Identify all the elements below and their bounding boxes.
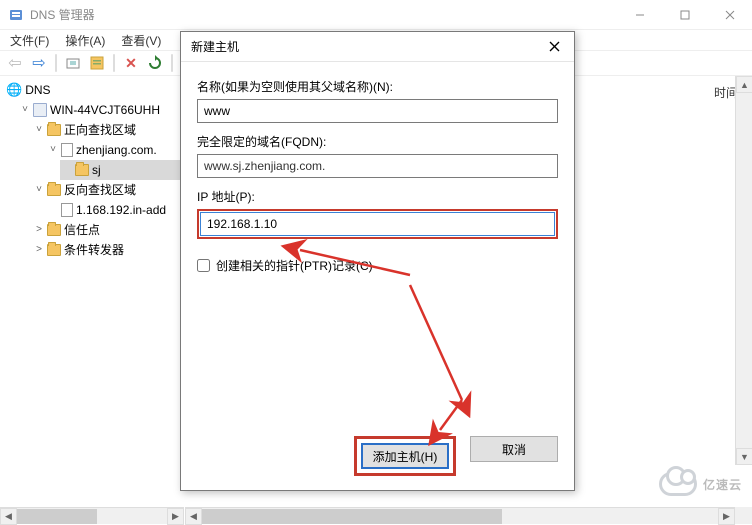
cloud-icon <box>659 472 697 496</box>
folder-icon <box>47 224 61 236</box>
tree-trust-points[interactable]: ˃信任点 <box>32 220 183 240</box>
maximize-button[interactable] <box>662 0 707 30</box>
tree-zone-sj[interactable]: sj <box>60 160 183 180</box>
tree-zone-zhenjiang[interactable]: ˅zhenjiang.com. <box>46 140 183 160</box>
collapse-icon[interactable]: ˅ <box>20 101 30 119</box>
collapse-icon[interactable]: ˅ <box>48 141 58 159</box>
fqdn-label: 完全限定的域名(FQDN): <box>197 133 558 150</box>
expand-icon[interactable]: ˃ <box>34 221 44 239</box>
name-label: 名称(如果为空则使用其父域名称)(N): <box>197 78 558 95</box>
cancel-button[interactable]: 取消 <box>470 436 558 462</box>
scroll-left-button[interactable]: ◀ <box>185 508 202 525</box>
dialog-title: 新建主机 <box>191 38 534 55</box>
tree-pane: 🌐DNS ˅WIN-44VCJT66UHH ˅正向查找区域 ˅zhenjiang… <box>0 76 184 482</box>
forward-button[interactable]: ⇨ <box>28 52 50 74</box>
ip-label: IP 地址(P): <box>197 188 558 205</box>
add-host-button[interactable]: 添加主机(H) <box>361 443 449 469</box>
ip-input[interactable] <box>200 212 555 236</box>
toolbar-separator <box>55 54 57 72</box>
add-host-highlight-frame: 添加主机(H) <box>354 436 456 476</box>
collapse-icon[interactable]: ˅ <box>34 121 44 139</box>
menu-file[interactable]: 文件(F) <box>4 30 55 51</box>
new-host-dialog: 新建主机 名称(如果为空则使用其父域名称)(N): 完全限定的域名(FQDN):… <box>180 31 575 491</box>
scroll-right-button[interactable]: ▶ <box>167 508 184 525</box>
tree-conditional-forwarders[interactable]: ˃条件转发器 <box>32 240 183 260</box>
folder-icon <box>47 244 61 256</box>
vertical-scrollbar[interactable]: ▲ ▼ <box>735 76 752 465</box>
new-container-button[interactable] <box>62 52 84 74</box>
ptr-checkbox[interactable] <box>197 259 210 272</box>
properties-button[interactable] <box>86 52 108 74</box>
back-button[interactable]: ⇦ <box>4 52 26 74</box>
tree-root-dns[interactable]: 🌐DNS <box>4 80 183 100</box>
toolbar-separator <box>113 54 115 72</box>
folder-icon <box>75 164 89 176</box>
watermark-text: 亿速云 <box>703 476 742 493</box>
scroll-corner <box>735 507 752 524</box>
zone-icon <box>61 203 73 217</box>
expand-icon[interactable]: ˃ <box>34 241 44 259</box>
window-title: DNS 管理器 <box>30 6 617 23</box>
ptr-label: 创建相关的指针(PTR)记录(C) <box>216 257 373 274</box>
ip-highlight-frame <box>197 209 558 239</box>
scroll-right-button[interactable]: ▶ <box>718 508 735 525</box>
refresh-button[interactable] <box>144 52 166 74</box>
tree-reverse-zone-item[interactable]: 1.168.192.in-add <box>46 200 183 220</box>
tree-reverse-zones[interactable]: ˅反向查找区域 <box>32 180 183 200</box>
minimize-button[interactable] <box>617 0 662 30</box>
dns-icon: 🌐 <box>6 81 22 99</box>
scroll-up-button[interactable]: ▲ <box>736 76 752 93</box>
dialog-close-button[interactable] <box>534 32 574 62</box>
watermark: 亿速云 <box>659 472 742 496</box>
folder-icon <box>47 184 61 196</box>
main-titlebar: DNS 管理器 <box>0 0 752 30</box>
toolbar-separator <box>171 54 173 72</box>
folder-icon <box>47 124 61 136</box>
tree-forward-zones[interactable]: ˅正向查找区域 <box>32 120 183 140</box>
server-icon <box>33 103 47 117</box>
scroll-down-button[interactable]: ▼ <box>736 448 752 465</box>
name-input[interactable] <box>197 99 558 123</box>
zone-icon <box>61 143 73 157</box>
content-horizontal-scrollbar[interactable]: ◀ ▶ <box>185 507 735 524</box>
menu-action[interactable]: 操作(A) <box>59 30 111 51</box>
app-icon <box>8 7 24 23</box>
delete-button[interactable]: ✕ <box>120 52 142 74</box>
collapse-icon[interactable]: ˅ <box>34 181 44 199</box>
scroll-left-button[interactable]: ◀ <box>0 508 17 525</box>
tree-horizontal-scrollbar[interactable]: ◀ ▶ <box>0 507 184 524</box>
close-button[interactable] <box>707 0 752 30</box>
dialog-titlebar[interactable]: 新建主机 <box>181 32 574 62</box>
fqdn-input <box>197 154 558 178</box>
tree-server[interactable]: ˅WIN-44VCJT66UHH <box>18 100 183 120</box>
menu-view[interactable]: 查看(V) <box>115 30 167 51</box>
